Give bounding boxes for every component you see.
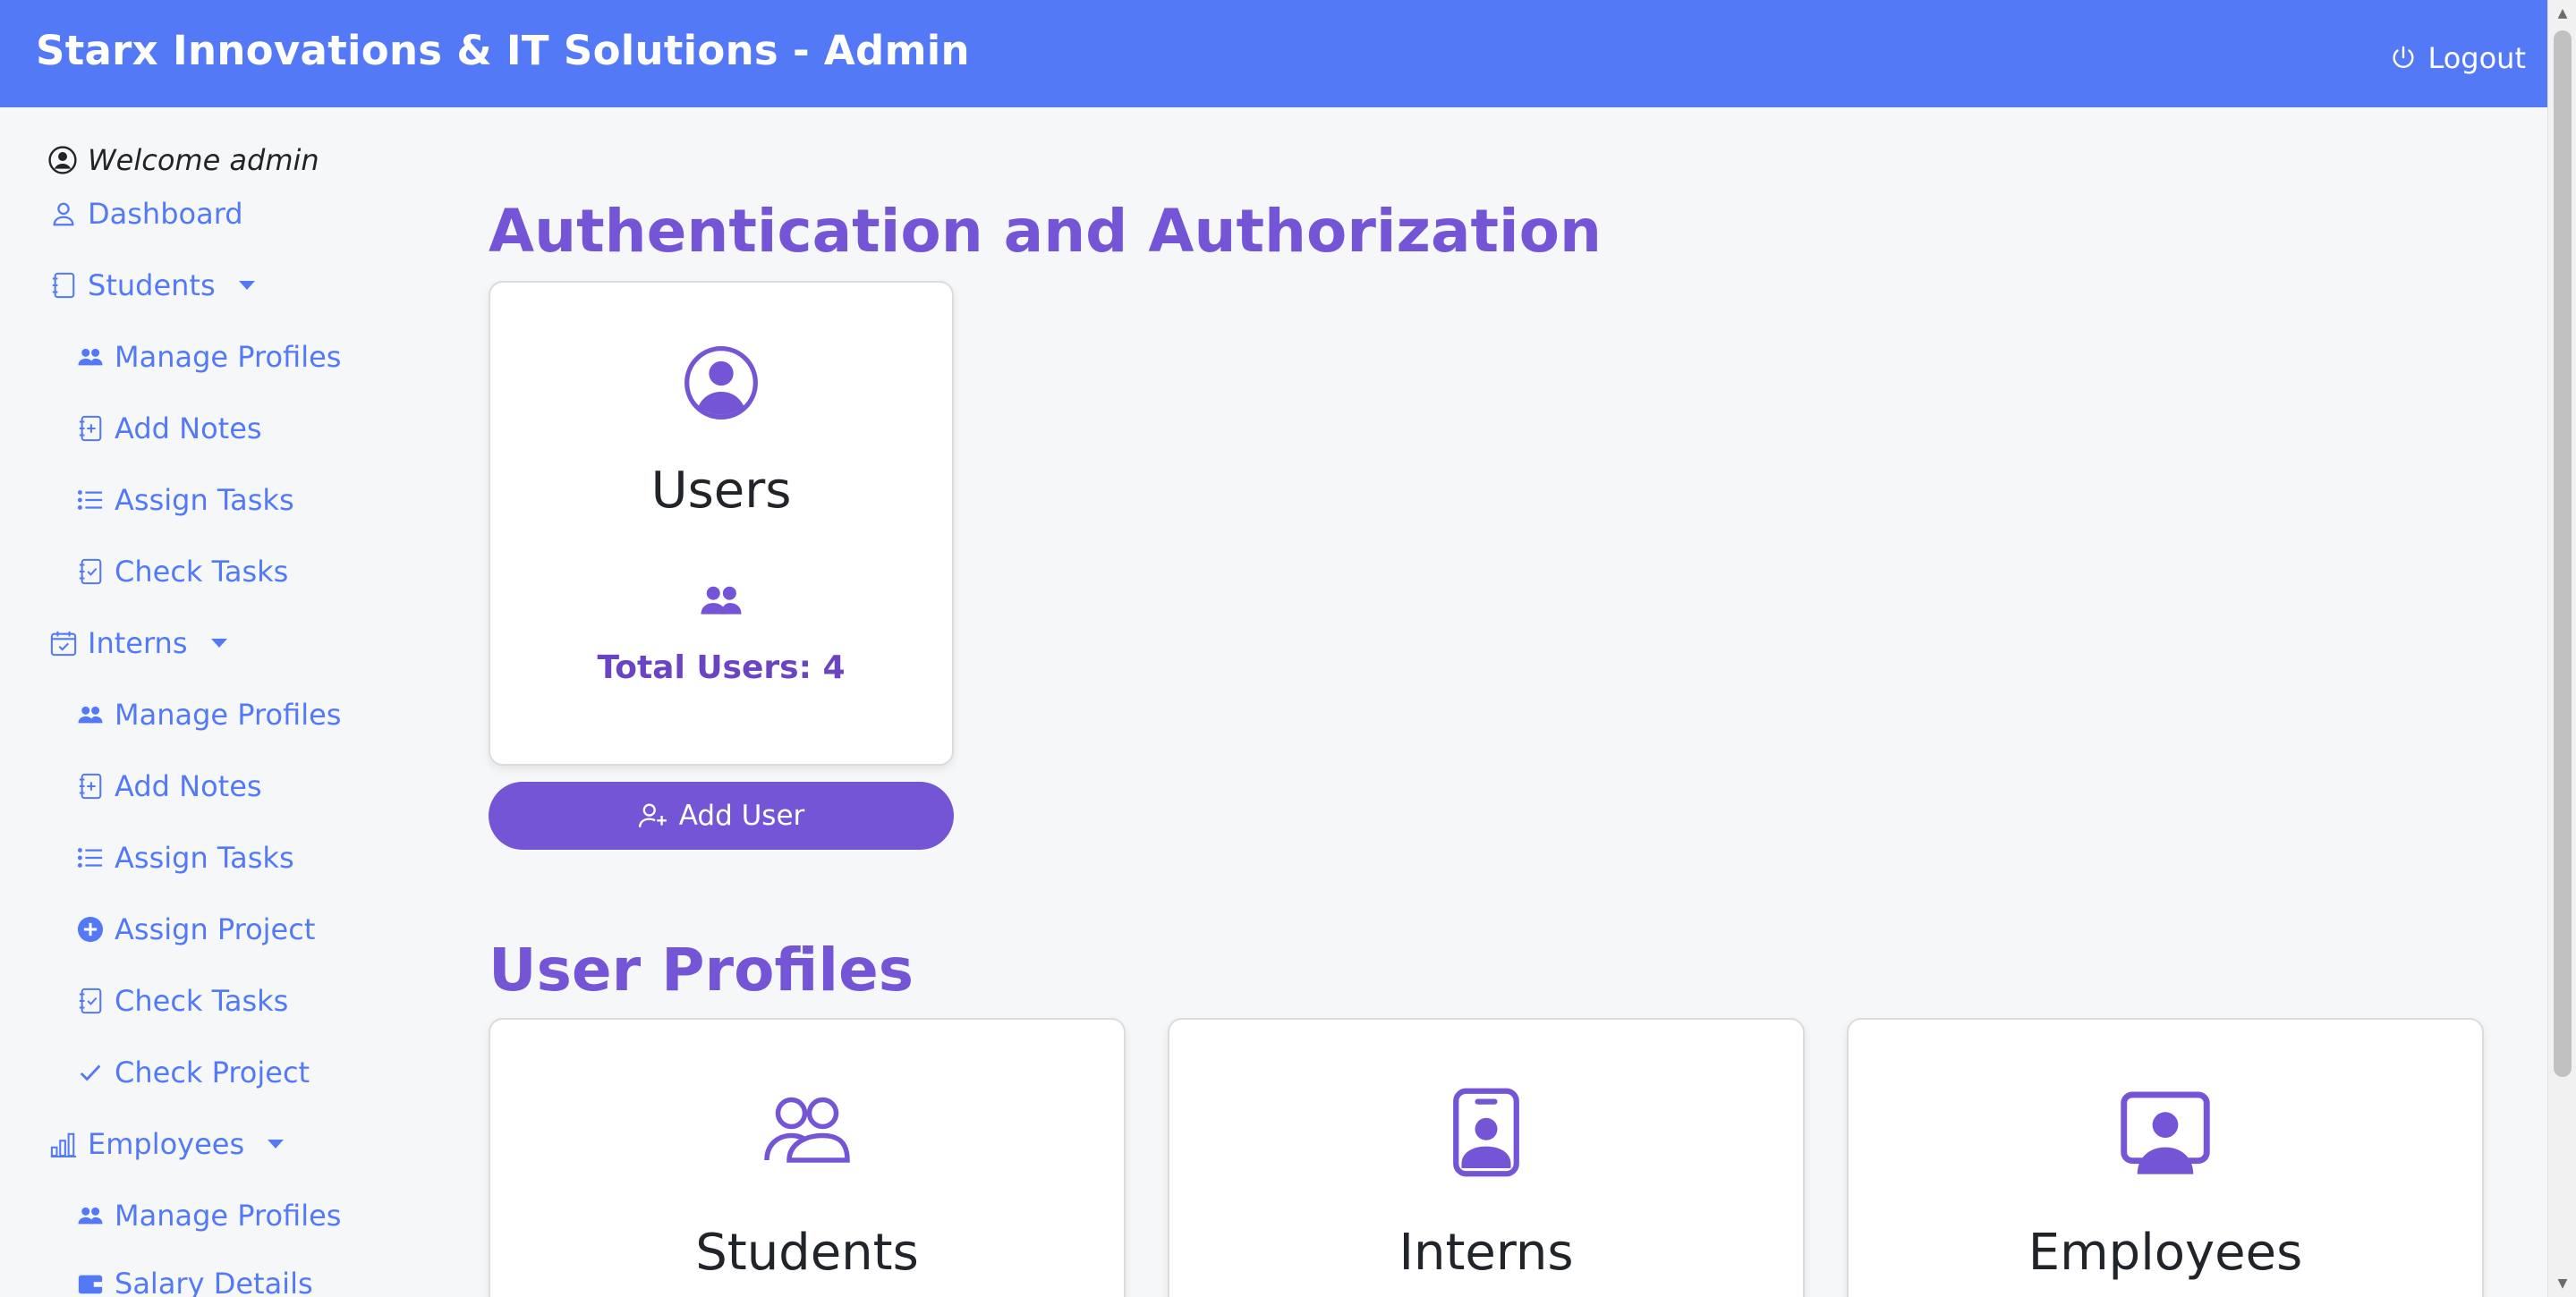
people-outline-icon [764, 1097, 850, 1163]
journal-plus-icon [79, 773, 102, 800]
students-profile-card[interactable]: Students [489, 1018, 1126, 1297]
journal-plus-icon [79, 415, 102, 442]
profiles-section-title: User Profiles [489, 936, 914, 1005]
employees-profile-card[interactable]: Employees [1847, 1018, 2484, 1297]
journal-check-icon [79, 558, 102, 585]
list-icon [77, 490, 103, 510]
brand-title[interactable]: Starx Innovations & IT Solutions - Admin [36, 27, 970, 74]
sidebar-item-interns-assign-tasks[interactable]: Assign Tasks [77, 841, 294, 875]
scroll-down-arrow-icon[interactable]: ▼ [2548, 1270, 2576, 1297]
chevron-down-icon [268, 1140, 285, 1149]
scroll-up-arrow-icon[interactable]: ▲ [2548, 0, 2576, 27]
calendar-check-icon [50, 631, 77, 657]
sidebar-item-label: Assign Tasks [115, 483, 294, 517]
people-icon [78, 348, 103, 366]
list-icon [77, 848, 103, 868]
sidebar-item-students[interactable]: Students [50, 268, 255, 302]
add-user-label: Add User [678, 800, 805, 832]
auth-section-title: Authentication and Authorization [489, 197, 1602, 266]
sidebar-item-label: Check Project [115, 1055, 310, 1089]
logout-button[interactable]: Logout [2390, 41, 2526, 75]
sidebar-item-employees-salary-details[interactable]: Salary Details [77, 1267, 313, 1297]
page-scrollbar[interactable]: ▲ ▼ [2547, 0, 2576, 1297]
sidebar-item-label: Manage Profiles [115, 340, 342, 374]
sidebar-item-interns-check-project[interactable]: Check Project [77, 1055, 310, 1089]
welcome-message: Welcome admin [48, 143, 319, 177]
person-video-icon [2121, 1091, 2210, 1174]
people-icon [701, 586, 742, 615]
sidebar-item-label: Assign Project [115, 912, 316, 946]
person-plus-icon [638, 803, 667, 827]
users-card[interactable]: Users Total Users: 4 [489, 281, 954, 766]
journal-check-icon [79, 988, 102, 1014]
plus-circle-icon [77, 916, 104, 943]
add-user-button[interactable]: Add User [489, 782, 954, 850]
logout-label: Logout [2427, 41, 2526, 75]
sidebar-item-label: Check Tasks [115, 555, 289, 589]
sidebar: Welcome admin Dashboard Students Manage … [0, 107, 421, 1297]
check-icon [80, 1064, 101, 1081]
sidebar-item-dashboard[interactable]: Dashboard [50, 197, 243, 231]
sidebar-item-label: Add Notes [115, 769, 262, 803]
sidebar-item-label: Add Notes [115, 411, 262, 445]
sidebar-item-employees-manage-profiles[interactable]: Manage Profiles [77, 1199, 341, 1233]
person-circle-icon [48, 146, 77, 174]
sidebar-item-interns-assign-project[interactable]: Assign Project [77, 912, 315, 946]
sidebar-item-label: Manage Profiles [115, 698, 342, 732]
interns-card-title: Interns [1399, 1224, 1574, 1282]
sidebar-item-label: Manage Profiles [115, 1199, 342, 1233]
sidebar-item-interns-manage-profiles[interactable]: Manage Profiles [77, 698, 341, 732]
sidebar-item-students-check-tasks[interactable]: Check Tasks [77, 555, 288, 589]
top-navbar: Starx Innovations & IT Solutions - Admin… [0, 0, 2547, 107]
scroll-thumb[interactable] [2554, 30, 2572, 1077]
sidebar-item-label: Salary Details [115, 1267, 313, 1297]
sidebar-item-employees[interactable]: Employees [50, 1127, 285, 1161]
students-card-title: Students [695, 1224, 919, 1282]
person-circle-icon [684, 346, 758, 420]
people-icon [78, 1207, 103, 1225]
people-icon [78, 706, 103, 724]
power-icon [2393, 46, 2414, 68]
user-icon [53, 202, 74, 226]
sidebar-item-interns-check-tasks[interactable]: Check Tasks [77, 984, 288, 1018]
welcome-text: Welcome admin [88, 143, 319, 177]
wallet-icon [78, 1275, 103, 1294]
total-users-count: Total Users: 4 [597, 649, 846, 686]
interns-profile-card[interactable]: Interns [1168, 1018, 1805, 1297]
users-card-title: Users [650, 462, 792, 520]
sidebar-item-label: Students [88, 268, 216, 302]
chevron-down-icon [238, 281, 255, 290]
journal-icon [52, 272, 75, 299]
sidebar-item-label: Interns [88, 626, 188, 660]
sidebar-item-label: Dashboard [88, 197, 243, 231]
bar-chart-icon [50, 1132, 77, 1157]
sidebar-item-label: Assign Tasks [115, 841, 294, 875]
sidebar-item-interns[interactable]: Interns [50, 626, 227, 660]
chevron-down-icon [210, 639, 227, 648]
badge-icon [1453, 1088, 1519, 1177]
sidebar-item-label: Check Tasks [115, 984, 289, 1018]
sidebar-item-students-add-notes[interactable]: Add Notes [77, 411, 262, 445]
sidebar-item-interns-add-notes[interactable]: Add Notes [77, 769, 262, 803]
employees-card-title: Employees [2028, 1224, 2303, 1282]
sidebar-item-students-manage-profiles[interactable]: Manage Profiles [77, 340, 341, 374]
sidebar-item-label: Employees [88, 1127, 245, 1161]
sidebar-item-students-assign-tasks[interactable]: Assign Tasks [77, 483, 294, 517]
